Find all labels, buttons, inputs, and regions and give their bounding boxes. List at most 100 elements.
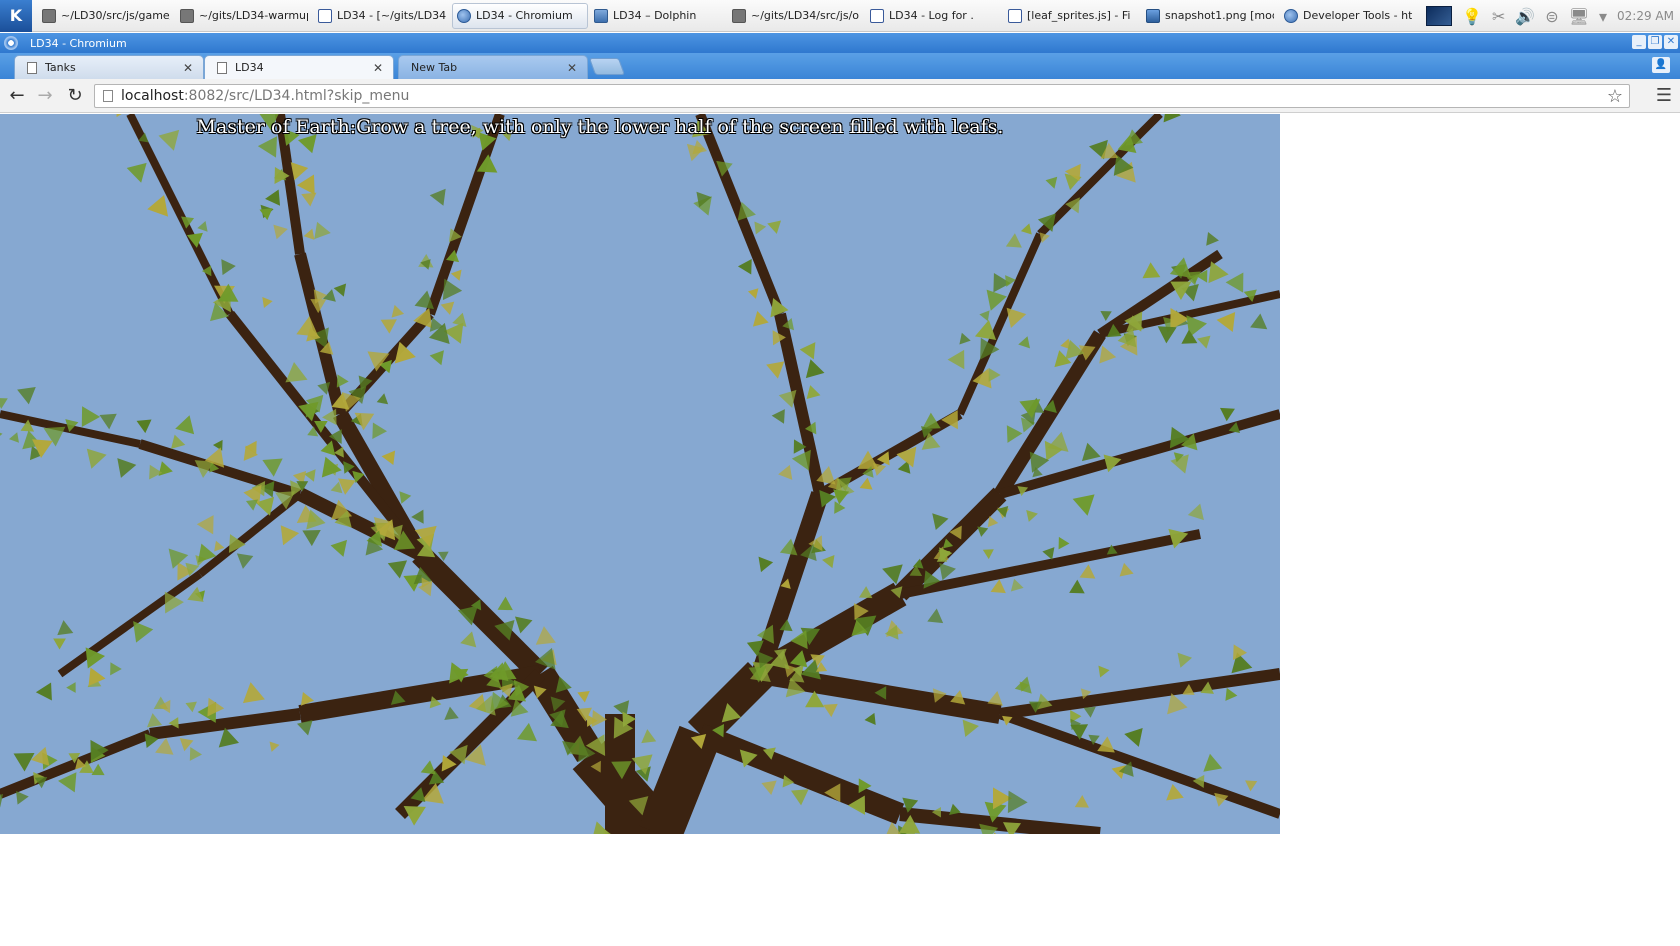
task-terminal-ld34-warmup[interactable]: ~/gits/LD34-warmup: [176, 3, 312, 29]
leaf: [977, 526, 989, 537]
leaf: [17, 386, 36, 405]
leaf: [1250, 313, 1268, 330]
leaf: [452, 312, 467, 327]
leaf: [302, 530, 321, 547]
task-label: LD34 – Dolphin: [613, 9, 697, 22]
leaf: [1142, 262, 1161, 279]
leaf: [91, 763, 105, 776]
leaf: [806, 385, 821, 399]
leaf: [778, 389, 797, 408]
leaf: [864, 712, 876, 725]
leaf: [196, 515, 214, 535]
leaf: [766, 361, 785, 379]
task-chromium-ld34[interactable]: LD34 - Chromium: [452, 2, 588, 29]
desktop-pager[interactable]: [1426, 6, 1453, 26]
window-menu-icon[interactable]: [4, 36, 18, 50]
task-label: LD34 - [~/gits/LD34: [337, 9, 446, 22]
leaf: [1058, 536, 1070, 550]
leaf: [391, 304, 405, 318]
leaf: [175, 415, 195, 435]
tree-branches: [0, 114, 1280, 834]
minimize-icon[interactable]: _: [1632, 35, 1646, 49]
close-icon[interactable]: ✕: [183, 61, 193, 75]
address-bar[interactable]: localhost:8082/src/LD34.html?skip_menu ☆: [94, 84, 1630, 108]
task-label: [leaf_sprites.js] - Fi: [1027, 9, 1131, 22]
close-icon[interactable]: ✕: [567, 61, 577, 75]
leaf: [155, 737, 174, 755]
leaf: [932, 513, 949, 531]
task-terminal-ld34-src[interactable]: ~/gits/LD34/src/js/o: [728, 3, 864, 29]
maximize-icon[interactable]: ❐: [1648, 35, 1662, 49]
page-content: Master of Earth:Grow a tree, with only t…: [0, 114, 1680, 946]
leaf: [242, 682, 265, 704]
chevron-down-icon[interactable]: ▾: [1599, 7, 1607, 26]
leaf: [737, 259, 752, 275]
kde-launcher-icon[interactable]: K: [0, 0, 32, 32]
leaf: [158, 461, 173, 476]
task-image-snapshot[interactable]: snapshot1.png [mod: [1142, 3, 1278, 29]
leaf: [136, 419, 152, 434]
leaf: [86, 448, 107, 469]
back-arrow-icon[interactable]: ←: [6, 85, 28, 107]
klipper-scissors-icon[interactable]: ✂: [1492, 7, 1505, 26]
leaf: [221, 259, 236, 276]
close-icon[interactable]: ✕: [373, 61, 383, 75]
game-canvas[interactable]: Master of Earth:Grow a tree, with only t…: [0, 114, 1280, 834]
close-icon[interactable]: ✕: [1664, 35, 1678, 49]
display-icon[interactable]: 🖥: [1569, 7, 1589, 26]
menu-icon[interactable]: ☰: [1656, 85, 1672, 106]
leaf: [66, 682, 76, 693]
bookmark-star-icon[interactable]: ☆: [1607, 86, 1623, 107]
task-label: LD34 - Log for .: [889, 9, 974, 22]
leaf: [1081, 442, 1101, 462]
leaf: [1098, 665, 1110, 678]
leaf: [399, 491, 412, 504]
leaf: [778, 464, 793, 480]
url-text[interactable]: localhost:8082/src/LD34.html?skip_menu: [121, 88, 409, 104]
tab-tanks[interactable]: Tanks ✕: [14, 55, 204, 79]
reload-icon[interactable]: ↻: [64, 85, 86, 107]
network-icon[interactable]: ⊜: [1545, 7, 1558, 26]
leaf: [988, 367, 1001, 382]
tree-branch: [639, 725, 721, 834]
tree-branch: [899, 807, 1101, 834]
lightbulb-icon[interactable]: 💡: [1462, 7, 1482, 26]
tab-new-tab[interactable]: New Tab ✕: [398, 55, 588, 79]
tab-ld34[interactable]: LD34 ✕: [204, 55, 394, 79]
task-label: LD34 - Chromium: [476, 9, 573, 22]
tree-branch: [412, 546, 548, 682]
tab-label: Tanks: [45, 61, 76, 74]
leaf: [429, 188, 446, 206]
tree-branch: [687, 661, 773, 747]
leaf: [314, 221, 331, 240]
leaf: [1018, 336, 1030, 349]
forward-arrow-icon[interactable]: →: [34, 85, 56, 107]
task-terminal-ld30[interactable]: ~/LD30/src/js/game/: [38, 3, 174, 29]
leaf: [1074, 794, 1089, 808]
leaf: [147, 195, 169, 217]
task-kate-ld34[interactable]: LD34 - [~/gits/LD34: [314, 3, 450, 29]
kde-taskbar: K ~/LD30/src/js/game/ ~/gits/LD34-warmup…: [0, 0, 1680, 32]
tab-label: LD34: [235, 61, 264, 74]
profile-icon[interactable]: 👤: [1652, 57, 1670, 73]
window-titlebar[interactable]: LD34 - Chromium _ ❐ ✕: [0, 33, 1680, 53]
leaf: [1020, 223, 1032, 235]
leaf: [979, 310, 990, 322]
volume-icon[interactable]: 🔊: [1515, 7, 1535, 26]
leaf: [927, 608, 944, 624]
leaf: [1014, 676, 1032, 694]
task-devtools[interactable]: Developer Tools - ht: [1280, 3, 1416, 29]
leaf: [212, 439, 223, 451]
leaf: [444, 706, 459, 720]
clock[interactable]: 02:29 AM: [1617, 9, 1674, 23]
leaf: [133, 621, 154, 643]
new-tab-button[interactable]: [588, 58, 626, 75]
leaf: [380, 319, 397, 334]
leaf: [1206, 232, 1219, 246]
task-dolphin-ld34[interactable]: LD34 – Dolphin: [590, 3, 726, 29]
leaf: [197, 221, 208, 232]
tree-branch: [774, 312, 826, 496]
task-kate-log[interactable]: LD34 - Log for .: [866, 3, 1002, 29]
leaf: [1225, 272, 1244, 293]
task-kate-leaf-sprites[interactable]: [leaf_sprites.js] - Fi: [1004, 3, 1140, 29]
